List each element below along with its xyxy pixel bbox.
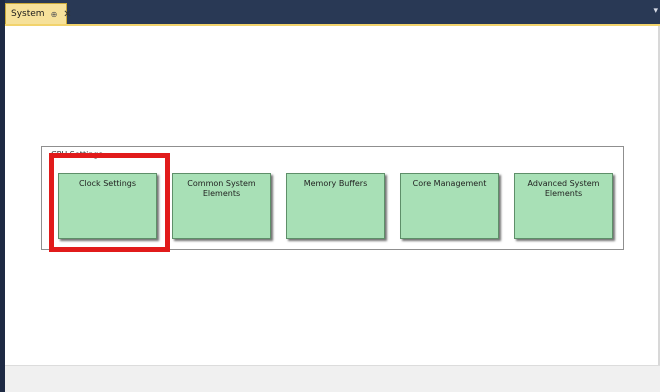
clock-settings-button[interactable]: Clock Settings <box>58 173 157 239</box>
tile-label: Common System Elements <box>187 179 256 198</box>
tab-system[interactable]: System ⊕ ✕ <box>5 3 72 24</box>
tile-label: Advanced System Elements <box>527 179 600 198</box>
common-system-elements-button[interactable]: Common System Elements <box>172 173 271 239</box>
core-management-button[interactable]: Core Management <box>400 173 499 239</box>
memory-buffers-button[interactable]: Memory Buffers <box>286 173 385 239</box>
tile-label: Clock Settings <box>78 179 137 188</box>
document-tab-bar: System ⊕ ✕ ▾ <box>5 0 660 24</box>
group-title: CPU Settings <box>50 150 104 159</box>
tile-label: Memory Buffers <box>303 179 368 188</box>
app-window: System ⊕ ✕ ▾ CPU Settings Clock Settings… <box>0 0 660 392</box>
pin-icon[interactable]: ⊕ <box>51 10 58 19</box>
cpu-settings-group: CPU Settings Clock Settings Common Syste… <box>41 146 624 250</box>
close-icon[interactable]: ✕ <box>63 9 71 20</box>
window-left-edge <box>0 0 5 392</box>
tab-underline <box>5 24 660 26</box>
status-footer <box>5 365 660 392</box>
advanced-system-elements-button[interactable]: Advanced System Elements <box>514 173 613 239</box>
tile-label: Core Management <box>412 179 487 188</box>
chevron-down-icon[interactable]: ▾ <box>653 6 658 16</box>
tab-label: System <box>11 9 45 19</box>
